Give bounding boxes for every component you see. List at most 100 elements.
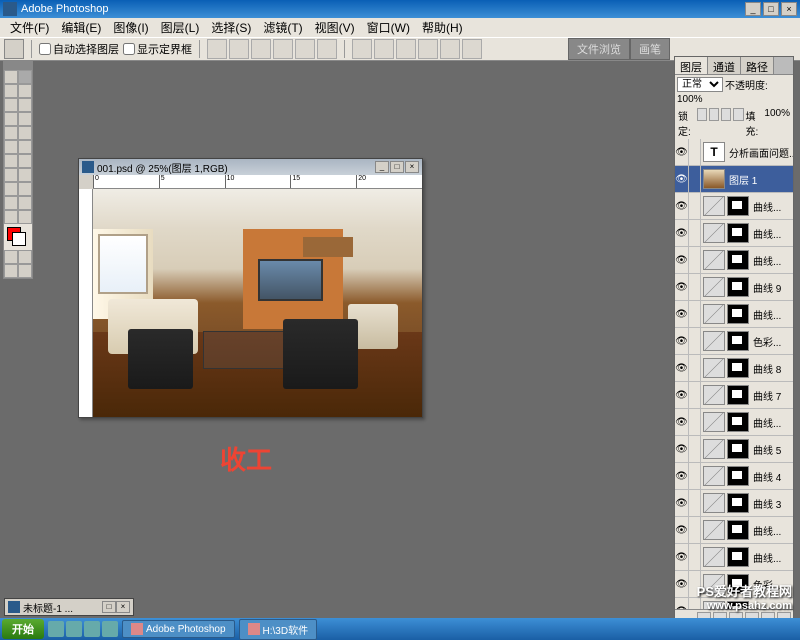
visibility-icon[interactable]: 👁 (675, 166, 689, 192)
distribute-icon[interactable] (418, 39, 438, 59)
layer-row[interactable]: 👁曲线... (675, 544, 793, 571)
layer-mask-thumbnail[interactable] (727, 277, 749, 297)
layer-row[interactable]: 👁 曲线... (675, 247, 793, 274)
jump-tool[interactable] (4, 264, 18, 278)
quicklaunch-icon[interactable] (66, 621, 82, 637)
dodge-tool[interactable] (18, 154, 32, 168)
layer-name[interactable]: 曲线... (751, 199, 793, 214)
lock-transparency-icon[interactable] (697, 108, 707, 121)
align-icon[interactable] (207, 39, 227, 59)
layer-name[interactable]: 曲线... (751, 226, 793, 241)
zoom-tool[interactable] (18, 210, 32, 224)
minimized-document[interactable]: 未标题-1 ... □ × (4, 598, 134, 616)
layer-name[interactable]: 曲线 5 (751, 442, 793, 457)
layer-thumbnail[interactable] (703, 466, 725, 486)
toolbox-drag-handle[interactable] (4, 62, 32, 70)
layer-name[interactable]: 曲线 4 (751, 469, 793, 484)
layer-mask-thumbnail[interactable] (727, 466, 749, 486)
layer-row[interactable]: 👁 曲线... (675, 193, 793, 220)
layer-thumbnail[interactable] (703, 439, 725, 459)
visibility-icon[interactable]: 👁 (675, 517, 689, 543)
wand-tool[interactable] (18, 84, 32, 98)
layer-row[interactable]: 👁 曲线 3 (675, 490, 793, 517)
align-icon[interactable] (251, 39, 271, 59)
visibility-icon[interactable]: 👁 (675, 328, 689, 354)
menu-filter[interactable]: 滤镜(T) (257, 17, 308, 38)
layer-row[interactable]: 👁曲线... (675, 409, 793, 436)
layer-thumbnail[interactable] (703, 304, 725, 324)
visibility-icon[interactable]: 👁 (675, 247, 689, 273)
layer-link[interactable] (689, 544, 701, 570)
distribute-icon[interactable] (462, 39, 482, 59)
doc-restore-button[interactable]: □ (102, 601, 116, 613)
background-color[interactable] (12, 232, 26, 246)
menu-file[interactable]: 文件(F) (4, 17, 55, 38)
taskbar-task[interactable]: Adobe Photoshop (122, 620, 235, 638)
doc-close-button[interactable]: × (116, 601, 130, 613)
layer-link[interactable] (689, 409, 701, 435)
quicklaunch-icon[interactable] (102, 621, 118, 637)
minimize-button[interactable]: _ (745, 2, 761, 16)
doc-minimize-button[interactable]: _ (375, 161, 389, 173)
eyedropper-tool[interactable] (18, 196, 32, 210)
layer-name[interactable]: 色彩... (751, 334, 793, 349)
pen-tool[interactable] (4, 182, 18, 196)
brushes-tab[interactable]: 画笔 (630, 38, 670, 60)
align-icon[interactable] (317, 39, 337, 59)
layer-row[interactable]: 👁T分析画面问题... (675, 139, 793, 166)
layer-mask-thumbnail[interactable] (727, 250, 749, 270)
lock-all-icon[interactable] (733, 108, 743, 121)
layer-row[interactable]: 👁曲线 5 (675, 436, 793, 463)
menu-help[interactable]: 帮助(H) (416, 17, 469, 38)
visibility-icon[interactable]: 👁 (675, 355, 689, 381)
stamp-tool[interactable] (4, 126, 18, 140)
type-tool[interactable] (18, 168, 32, 182)
layer-row[interactable]: 👁图层 1 (675, 166, 793, 193)
maximize-button[interactable]: □ (763, 2, 779, 16)
layer-link[interactable] (689, 301, 701, 327)
visibility-icon[interactable]: 👁 (675, 598, 689, 609)
current-tool-icon[interactable] (4, 39, 24, 59)
document-window[interactable]: 001.psd @ 25%(图层 1,RGB) _ □ × 0 5 10 15 … (78, 158, 423, 418)
layer-link[interactable] (689, 139, 701, 165)
horizontal-ruler[interactable]: 0 5 10 15 20 (93, 175, 422, 189)
layer-row[interactable]: 👁 曲线... (675, 517, 793, 544)
marquee-tool[interactable] (4, 70, 18, 84)
crop-tool[interactable] (4, 98, 18, 112)
layer-name[interactable]: 曲线... (751, 523, 793, 538)
screenmode-tool[interactable] (18, 250, 32, 264)
layer-name[interactable]: 曲线... (751, 253, 793, 268)
layer-mask-thumbnail[interactable] (727, 358, 749, 378)
layer-name[interactable]: 曲线... (751, 307, 793, 322)
move-tool[interactable] (18, 70, 32, 84)
layer-name[interactable]: 曲线 3 (751, 496, 793, 511)
visibility-icon[interactable]: 👁 (675, 490, 689, 516)
doc-maximize-button[interactable]: □ (390, 161, 404, 173)
eraser-tool[interactable] (4, 140, 18, 154)
visibility-icon[interactable]: 👁 (675, 139, 689, 165)
menu-select[interactable]: 选择(S) (205, 17, 257, 38)
layer-mask-thumbnail[interactable] (727, 412, 749, 432)
visibility-icon[interactable]: 👁 (675, 193, 689, 219)
layer-link[interactable] (689, 328, 701, 354)
layer-name[interactable]: 曲线 9 (751, 280, 793, 295)
layer-name[interactable]: 曲线... (751, 415, 793, 430)
align-icon[interactable] (295, 39, 315, 59)
layer-link[interactable] (689, 382, 701, 408)
menu-layer[interactable]: 图层(L) (155, 17, 206, 38)
slice-tool[interactable] (18, 98, 32, 112)
layer-mask-thumbnail[interactable] (727, 547, 749, 567)
lock-pixels-icon[interactable] (709, 108, 719, 121)
layer-link[interactable] (689, 247, 701, 273)
layer-mask-thumbnail[interactable] (727, 385, 749, 405)
layer-name[interactable]: 曲线 8 (751, 361, 793, 376)
layer-name[interactable]: 分析画面问题... (727, 145, 793, 160)
auto-select-checkbox[interactable]: 自动选择图层 (39, 41, 119, 57)
layer-link[interactable] (689, 436, 701, 462)
menu-window[interactable]: 窗口(W) (361, 17, 416, 38)
notes-tool[interactable] (4, 196, 18, 210)
layer-mask-thumbnail[interactable] (727, 331, 749, 351)
menu-view[interactable]: 视图(V) (309, 17, 361, 38)
visibility-icon[interactable]: 👁 (675, 301, 689, 327)
lock-position-icon[interactable] (721, 108, 731, 121)
